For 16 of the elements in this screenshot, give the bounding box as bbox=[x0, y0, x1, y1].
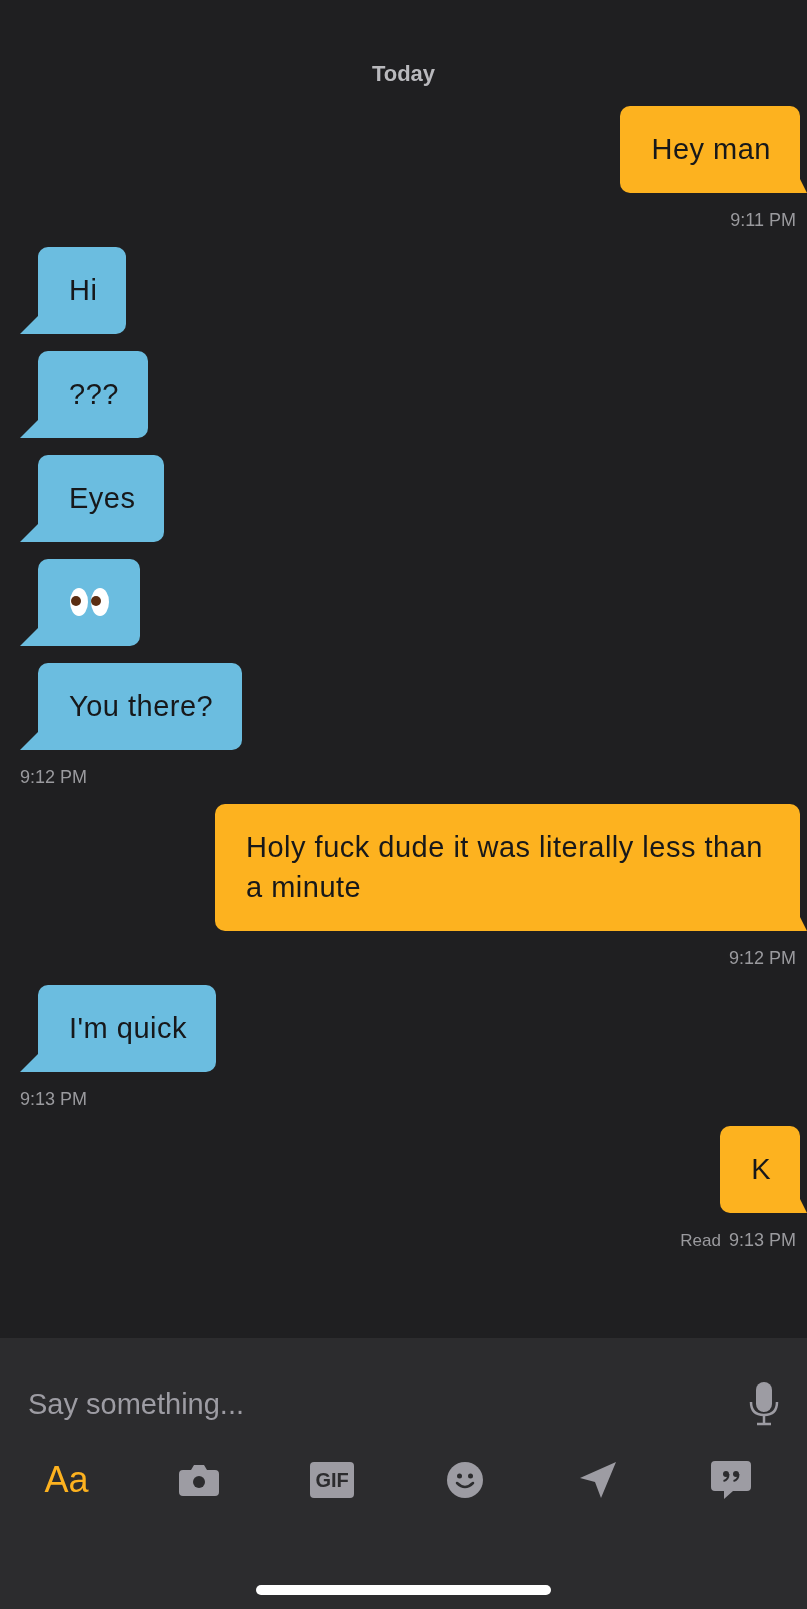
smiley-icon[interactable] bbox=[446, 1462, 483, 1498]
message-time: 9:12 PM bbox=[728, 948, 796, 968]
navigation-arrow-icon[interactable] bbox=[579, 1462, 616, 1498]
text-style-button[interactable]: Aa bbox=[44, 1460, 89, 1500]
gif-button[interactable]: GIF bbox=[310, 1462, 355, 1498]
camera-icon[interactable] bbox=[179, 1464, 220, 1496]
microphone-icon[interactable] bbox=[749, 1382, 779, 1426]
message-time: 9:12 PM bbox=[20, 767, 88, 787]
message-input[interactable]: Say something... bbox=[28, 1382, 749, 1426]
quote-bubble-icon[interactable] bbox=[710, 1461, 751, 1499]
read-status: Read bbox=[680, 1231, 721, 1251]
message-time: 9:11 PM bbox=[730, 210, 796, 230]
eyes-icon bbox=[69, 586, 111, 618]
message-time: 9:13 PM bbox=[728, 1230, 796, 1250]
date-header: Today bbox=[371, 61, 436, 87]
message-time: 9:13 PM bbox=[20, 1089, 88, 1109]
